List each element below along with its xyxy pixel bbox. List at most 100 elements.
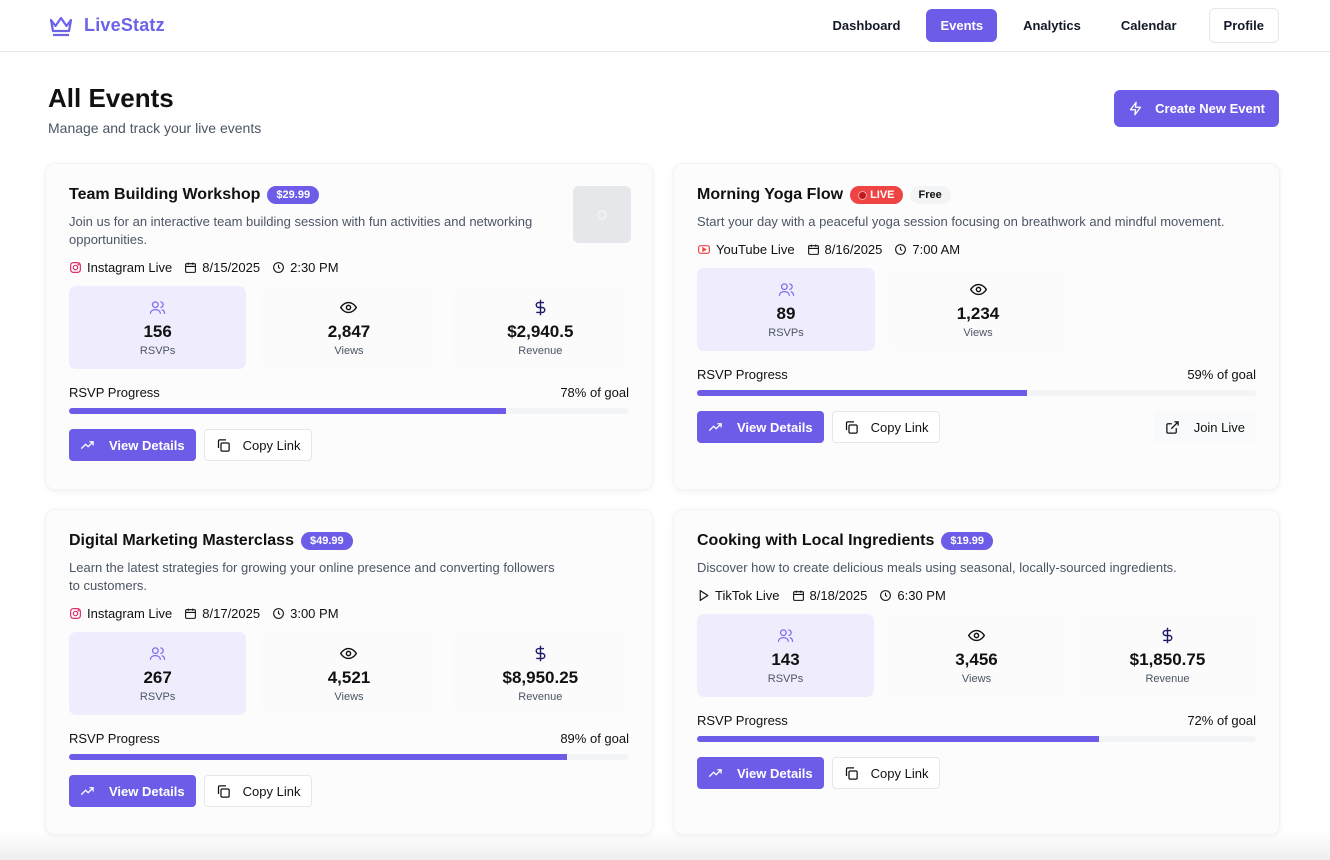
live-label: LIVE	[870, 189, 895, 201]
instagram-icon	[69, 261, 82, 274]
price-badge: $29.99	[267, 186, 320, 204]
copy-link-button[interactable]: Copy Link	[831, 411, 941, 443]
users-icon	[777, 627, 794, 644]
views-stat: 4,521 Views	[260, 632, 438, 715]
event-description: Start your day with a peaceful yoga sess…	[697, 214, 1225, 229]
nav-analytics[interactable]: Analytics	[1009, 9, 1095, 42]
views-value: 1,234	[956, 303, 1000, 323]
progress-fill	[69, 754, 568, 760]
views-stat: 1,234 Views	[889, 268, 1067, 351]
event-meta: Instagram Live 8/17/2025 3:00 PM	[69, 606, 629, 621]
progress-header: RSVP Progress 59% of goal	[697, 367, 1256, 382]
progress-text: 72% of goal	[1187, 713, 1256, 728]
copy-icon	[216, 784, 231, 799]
event-card: Digital Marketing Masterclass $49.99 Lea…	[45, 509, 653, 835]
view-details-label: View Details	[109, 437, 185, 453]
event-platform: TikTok Live	[715, 588, 780, 603]
rsvps-label: RSVPs	[139, 344, 176, 357]
event-date: 8/16/2025	[824, 242, 883, 257]
event-time: 7:00 AM	[912, 242, 961, 257]
copy-link-button[interactable]: Copy Link	[203, 429, 313, 461]
progress-fill	[697, 390, 1027, 396]
rsvps-label: RSVPs	[139, 690, 176, 703]
top-nav: LiveStatz Dashboard Events Analytics Cal…	[0, 0, 1330, 52]
copy-link-label: Copy Link	[242, 783, 301, 799]
view-details-button[interactable]: View Details	[69, 429, 196, 461]
live-dot-icon	[858, 190, 868, 200]
copy-icon	[844, 766, 859, 781]
trending-up-icon	[708, 420, 723, 435]
live-badge: LIVE	[850, 186, 903, 204]
create-event-button[interactable]: Create New Event	[1114, 90, 1279, 127]
free-badge: Free	[909, 186, 951, 204]
views-stat: 2,847 Views	[260, 286, 438, 369]
event-platform: Instagram Live	[87, 260, 173, 275]
progress-text: 59% of goal	[1187, 367, 1256, 382]
copy-link-button[interactable]: Copy Link	[831, 757, 941, 789]
nav-dashboard[interactable]: Dashboard	[819, 9, 915, 42]
eye-icon	[968, 627, 985, 644]
users-icon	[778, 281, 795, 298]
copy-icon	[216, 438, 231, 453]
view-details-button[interactable]: View Details	[69, 775, 196, 807]
lightning-icon	[1128, 101, 1143, 116]
event-stats: 156 RSVPs 2,847 Views $2,940.5 Revenue	[69, 286, 629, 369]
event-actions: View Details Copy Link	[697, 757, 1256, 789]
revenue-label: Revenue	[1145, 672, 1190, 685]
event-card: Team Building Workshop $29.99 Join us fo…	[45, 163, 653, 490]
event-platform: Instagram Live	[87, 606, 173, 621]
join-live-label: Join Live	[1193, 419, 1245, 435]
revenue-value: $8,950.25	[502, 667, 579, 687]
copy-link-label: Copy Link	[242, 437, 301, 453]
page-subtitle: Manage and track your live events	[48, 120, 262, 136]
progress-fill	[697, 736, 1100, 742]
event-time: 3:00 PM	[290, 606, 339, 621]
play-icon	[697, 589, 710, 602]
event-title: Team Building Workshop	[69, 186, 261, 203]
eye-icon	[969, 281, 987, 298]
copy-link-label: Copy Link	[870, 765, 929, 781]
join-live-button[interactable]: Join Live	[1153, 411, 1256, 443]
progress-bar	[697, 390, 1256, 396]
event-thumbnail	[573, 186, 631, 243]
event-stats: 267 RSVPs 4,521 Views $8,950.25 Revenue	[69, 632, 629, 715]
view-details-button[interactable]: View Details	[697, 411, 824, 443]
clock-icon	[894, 243, 907, 256]
rsvps-value: 267	[143, 667, 172, 687]
price-badge: $49.99	[300, 532, 353, 550]
event-time: 2:30 PM	[290, 260, 339, 275]
brand[interactable]: LiveStatz	[48, 15, 165, 37]
nav-events[interactable]: Events	[926, 9, 998, 42]
calendar-icon	[807, 243, 820, 256]
event-time: 6:30 PM	[897, 588, 946, 603]
views-label: Views	[963, 326, 993, 339]
progress-fill	[69, 408, 506, 414]
event-description: Discover how to create delicious meals u…	[697, 560, 1177, 575]
nav-profile[interactable]: Profile	[1208, 8, 1279, 43]
clock-icon	[272, 261, 285, 274]
view-details-label: View Details	[737, 419, 813, 435]
progress-header: RSVP Progress 72% of goal	[697, 713, 1256, 728]
progress-label: RSVP Progress	[69, 731, 160, 746]
views-label: Views	[334, 344, 364, 357]
rsvps-value: 143	[771, 649, 800, 669]
image-placeholder-icon	[596, 209, 608, 221]
view-details-button[interactable]: View Details	[697, 757, 824, 789]
views-value: 3,456	[955, 649, 998, 669]
event-actions: View Details Copy Link Join Live	[697, 411, 1256, 443]
external-link-icon	[1165, 420, 1180, 435]
dollar-icon	[532, 645, 549, 662]
view-details-label: View Details	[737, 765, 813, 781]
clock-icon	[272, 607, 285, 620]
calendar-icon	[184, 607, 197, 620]
price-badge: $19.99	[941, 532, 993, 550]
crown-icon	[48, 15, 74, 37]
nav-calendar[interactable]: Calendar	[1107, 9, 1191, 42]
progress-bar	[697, 736, 1256, 742]
copy-link-button[interactable]: Copy Link	[203, 775, 313, 807]
progress-label: RSVP Progress	[697, 713, 788, 728]
copy-link-label: Copy Link	[870, 419, 929, 435]
rsvps-value: 89	[776, 303, 796, 323]
create-event-label: Create New Event	[1155, 101, 1265, 116]
dollar-icon	[1159, 627, 1176, 644]
